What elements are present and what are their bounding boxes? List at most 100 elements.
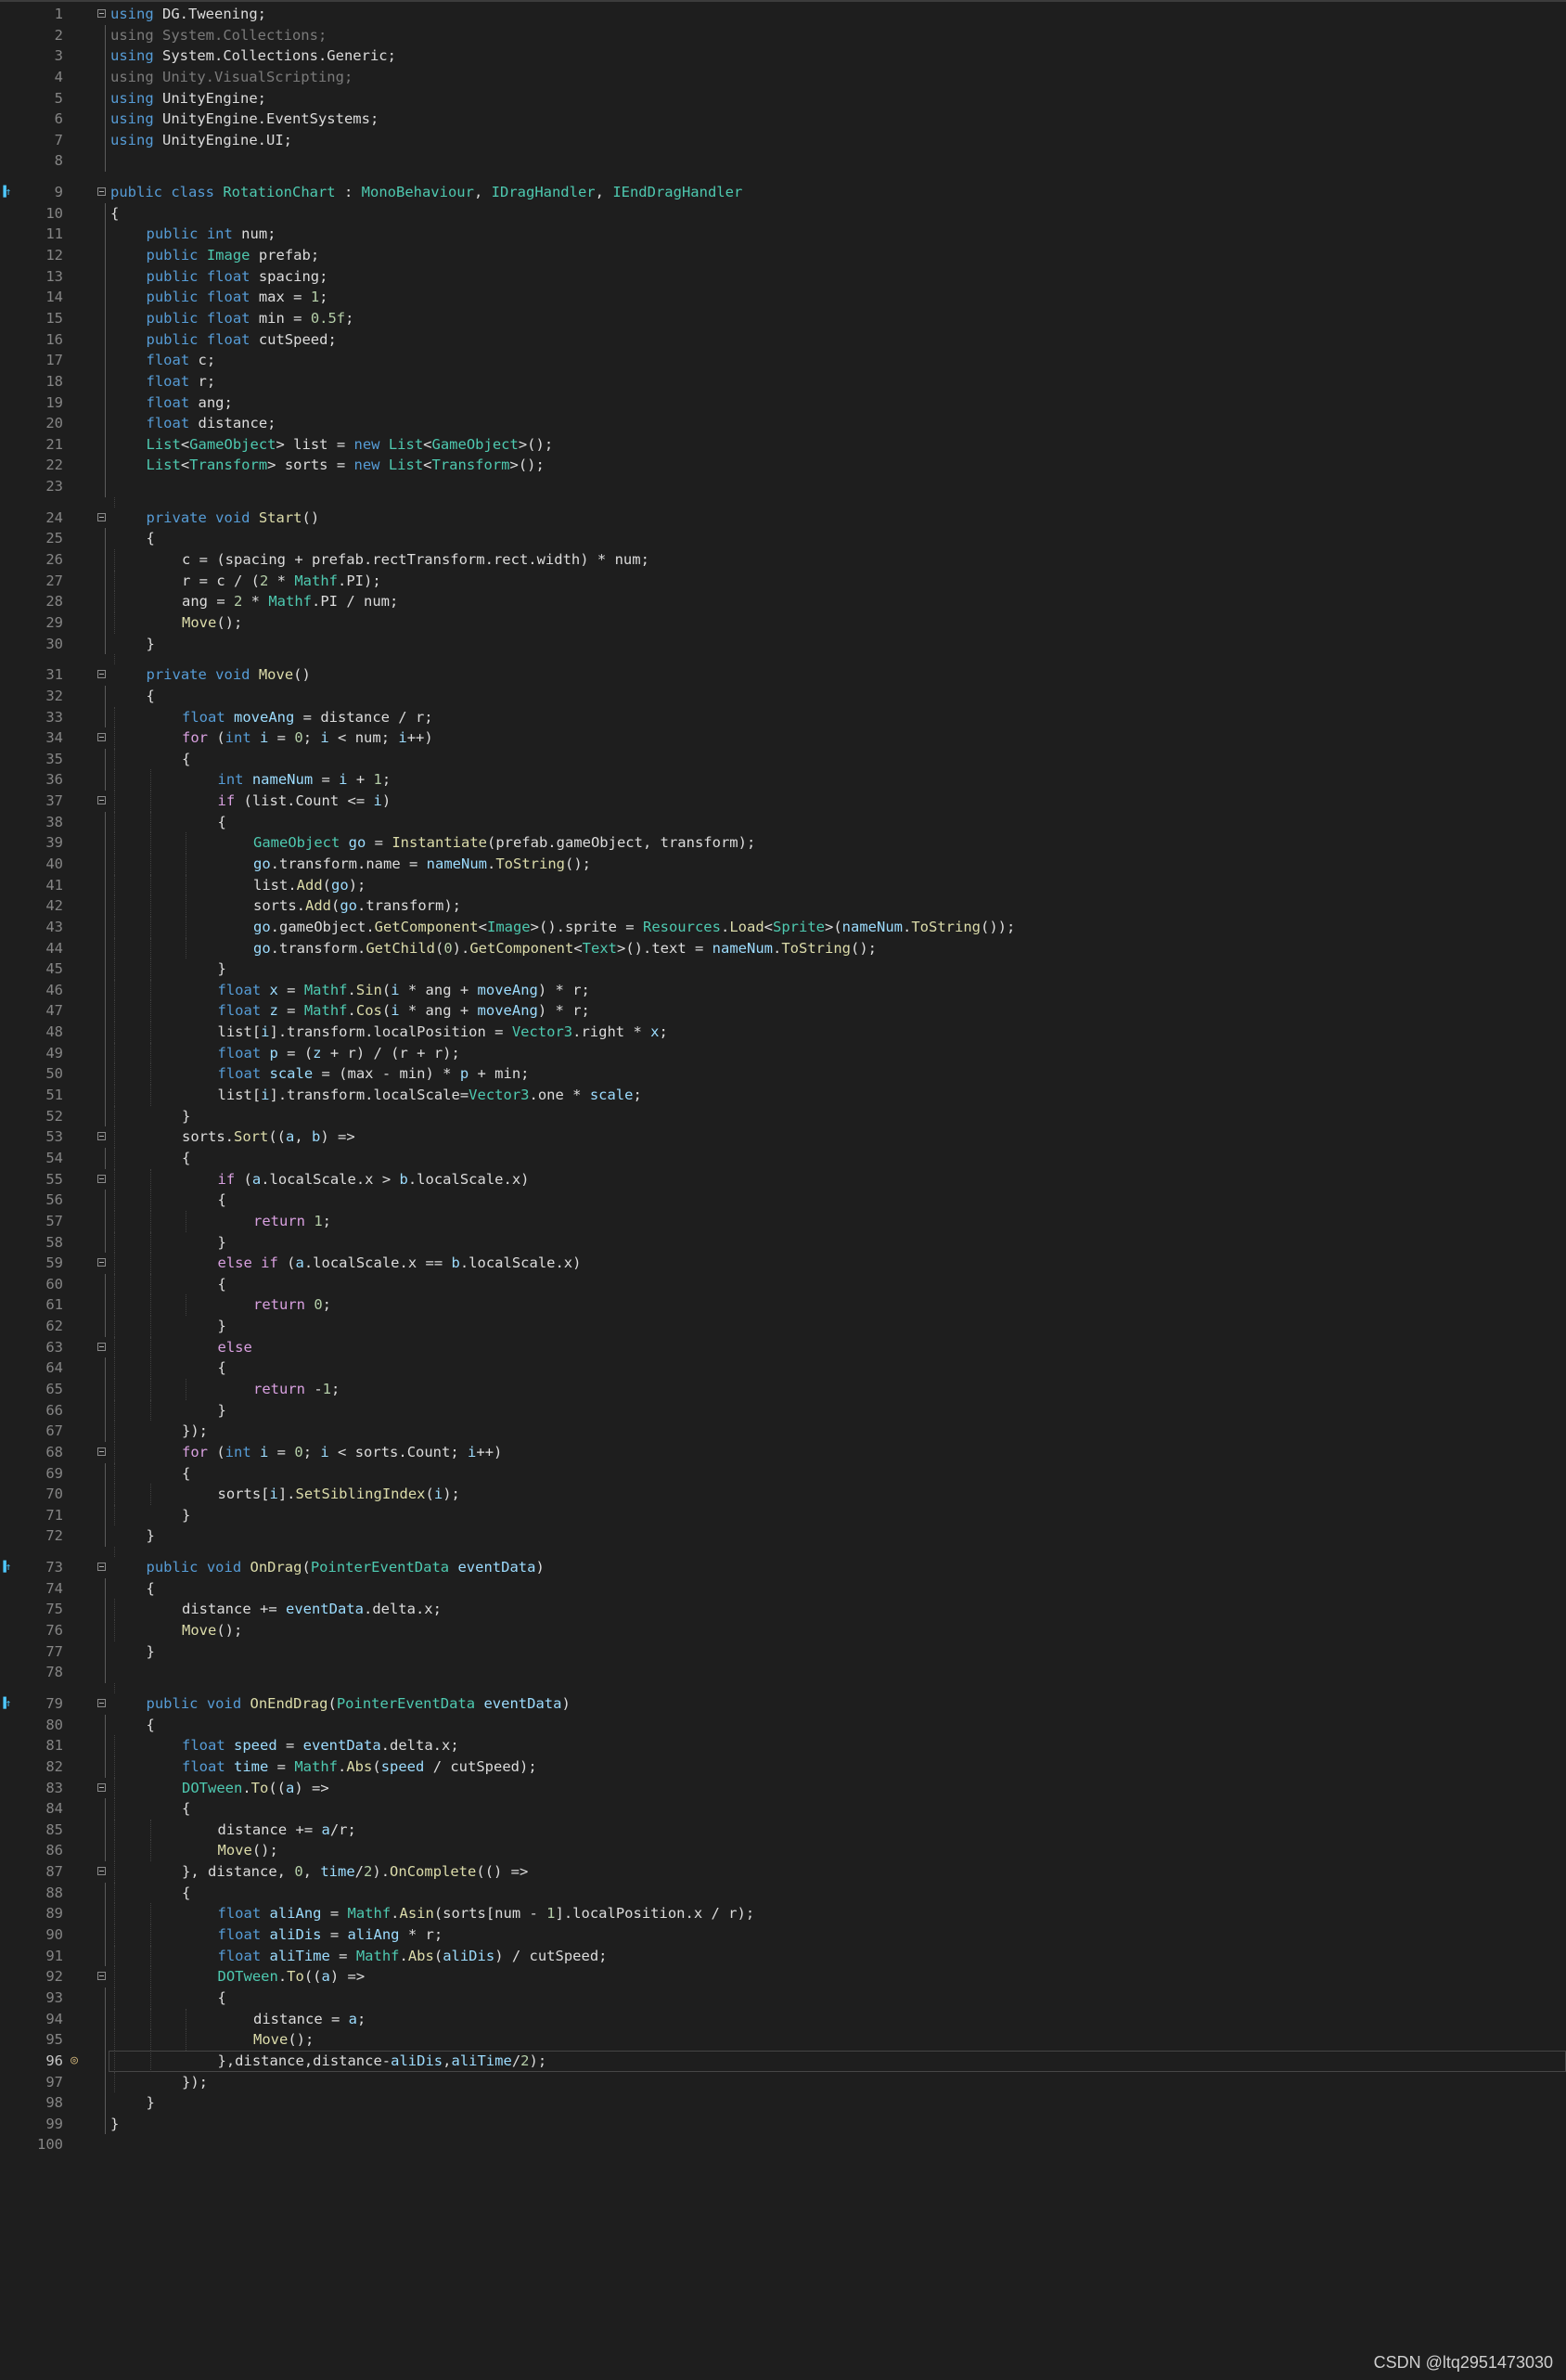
code-line[interactable]: 66} (0, 1399, 1566, 1422)
code-line[interactable]: 46 float x = Mathf.Sin(i * ang + moveAng)… (0, 979, 1566, 1001)
code-line[interactable]: 5 using UnityEngine; (0, 87, 1566, 109)
code-line[interactable]: 32 { (0, 685, 1566, 707)
code-line[interactable]: 54 { (0, 1147, 1566, 1169)
code-line[interactable]: 34 for (int i = 0; i < num; i++) (0, 727, 1566, 749)
code-line[interactable]: 12 public Image prefab; (0, 245, 1566, 266)
code-line[interactable]: 16 public float cutSpeed; (0, 328, 1566, 351)
code-line[interactable]: 87}, distance, 0, time/2).OnComplete(() … (0, 1861, 1566, 1883)
code-line[interactable]: 11 public int num; (0, 224, 1566, 246)
code-line[interactable]: 78 (0, 1662, 1566, 1683)
code-line[interactable]: 4 using Unity.VisualScripting; (0, 66, 1566, 88)
code-line[interactable]: 65 return -1; (0, 1379, 1566, 1400)
collapse-toggle-icon[interactable] (97, 1782, 106, 1792)
code-line[interactable]: 6 using UnityEngine.EventSystems; (0, 109, 1566, 130)
code-line[interactable]: 72} (0, 1525, 1566, 1548)
code-line[interactable]: 62} (0, 1316, 1566, 1337)
collapse-toggle-icon[interactable] (97, 1447, 106, 1456)
code-line[interactable]: 40 go.transform.name = nameNum.ToString()… (0, 853, 1566, 875)
code-line[interactable]: 45} (0, 958, 1566, 980)
code-line[interactable]: 2 using System.Collections; (0, 24, 1566, 46)
code-line[interactable]: 43 go.gameObject.GetComponent<Image>().sp… (0, 916, 1566, 938)
code-line[interactable]: 59 else if (a.localScale.x == b.localScal… (0, 1253, 1566, 1274)
code-line[interactable]: 70 sorts[i].SetSiblingIndex(i); (0, 1484, 1566, 1505)
code-line[interactable]: 47 float z = Mathf.Cos(i * ang + moveAng)… (0, 1000, 1566, 1023)
code-line[interactable]: 83 DOTween.To((a) => (0, 1777, 1566, 1799)
code-line[interactable]: 28 ang = 2 * Mathf.PI / num; (0, 591, 1566, 612)
code-line[interactable]: 25 { (0, 528, 1566, 550)
code-line[interactable]: 3 using System.Collections.Generic; (0, 45, 1566, 67)
code-line[interactable]: 52} (0, 1105, 1566, 1127)
code-line[interactable]: 10 { (0, 202, 1566, 225)
code-line[interactable]: 19 float ang; (0, 392, 1566, 414)
code-line[interactable]: 31 private void Move() (0, 664, 1566, 686)
code-line[interactable]: 68 for (int i = 0; i < sorts.Count; i++) (0, 1441, 1566, 1463)
code-line[interactable]: 30} (0, 633, 1566, 655)
code-line[interactable]: 93 { (0, 1987, 1566, 2009)
code-line[interactable]: 38 { (0, 811, 1566, 833)
code-line[interactable]: 21 List<GameObject> list = new List<GameO… (0, 433, 1566, 456)
code-line[interactable]: 44 go.transform.GetChild(0).GetComponent<… (0, 937, 1566, 959)
code-line[interactable]: 39 GameObject go = Instantiate(prefab.gam… (0, 832, 1566, 854)
code-line[interactable]: 18 float r; (0, 370, 1566, 392)
code-line[interactable]: 48 list[i].transform.localPosition = Vect… (0, 1022, 1566, 1043)
code-line[interactable]: 15 public float min = 0.5f; (0, 307, 1566, 329)
code-line[interactable]: 82 float time = Mathf.Abs(speed / cutSpee… (0, 1756, 1566, 1778)
code-line[interactable]: 64 { (0, 1357, 1566, 1379)
collapse-toggle-icon[interactable] (97, 1132, 106, 1141)
code-line[interactable]: ▐↑ 73 public void OnDrag(PointerEventData … (0, 1557, 1566, 1578)
code-line[interactable]: 88 { (0, 1882, 1566, 1904)
code-line[interactable]: 13 public float spacing; (0, 265, 1566, 288)
code-line[interactable]: 29 Move(); (0, 611, 1566, 634)
code-line[interactable]: ▐↑ 9 public class RotationChart : MonoBeha… (0, 182, 1566, 203)
code-line[interactable]: 67}); (0, 1421, 1566, 1442)
code-line[interactable]: 100 (0, 2134, 1566, 2155)
collapse-toggle-icon[interactable] (97, 796, 106, 805)
code-line[interactable]: 36 int nameNum = i + 1; (0, 769, 1566, 791)
code-line[interactable]: 35 { (0, 748, 1566, 770)
code-line[interactable]: 14 public float max = 1; (0, 287, 1566, 308)
code-line[interactable]: 8 (0, 150, 1566, 173)
code-line[interactable]: 80 { (0, 1714, 1566, 1736)
code-line[interactable]: 94 distance = a; (0, 2008, 1566, 2030)
code-line[interactable]: 74 { (0, 1577, 1566, 1600)
collapse-toggle-icon[interactable] (97, 9, 106, 18)
code-line[interactable]: 41 list.Add(go); (0, 874, 1566, 896)
code-line[interactable]: 92 DOTween.To((a) => (0, 1966, 1566, 1988)
collapse-toggle-icon[interactable] (97, 187, 106, 197)
code-line[interactable]: 60 { (0, 1273, 1566, 1295)
code-line[interactable]: 53 sorts.Sort((a, b) => (0, 1126, 1566, 1148)
collapse-toggle-icon[interactable] (97, 1972, 106, 1981)
code-line[interactable]: 91 float aliTime = Mathf.Abs(aliDis) / cu… (0, 1945, 1566, 1967)
code-line[interactable]: ▐↑ 79 public void OnEndDrag(PointerEventDa… (0, 1693, 1566, 1715)
code-line[interactable]: 42 sorts.Add(go.transform); (0, 895, 1566, 917)
collapse-toggle-icon[interactable] (97, 1258, 106, 1267)
code-line[interactable]: 58} (0, 1231, 1566, 1254)
code-line[interactable]: 17 float c; (0, 350, 1566, 371)
collapse-toggle-icon[interactable] (97, 1342, 106, 1351)
code-line[interactable]: 71} (0, 1504, 1566, 1526)
collapse-toggle-icon[interactable] (97, 1563, 106, 1572)
code-line[interactable]: 77} (0, 1640, 1566, 1663)
code-line[interactable]: 90 float aliDis = aliAng * r; (0, 1924, 1566, 1946)
code-line[interactable]: 75 distance += eventData.delta.x; (0, 1599, 1566, 1621)
code-line[interactable]: 76 Move(); (0, 1620, 1566, 1641)
code-line[interactable]: 51 list[i].transform.localScale=Vector3.o… (0, 1085, 1566, 1106)
code-line[interactable]: 97}); (0, 2071, 1566, 2093)
code-line[interactable]: 50 float scale = (max - min) * p + min; (0, 1063, 1566, 1086)
code-line[interactable]: 24 private void Start() (0, 508, 1566, 529)
collapse-toggle-icon[interactable] (97, 670, 106, 679)
code-editor[interactable]: 1 using DG.Tweening; 2 using System.Collect… (0, 4, 1566, 2155)
code-line[interactable]: 99} (0, 2113, 1566, 2135)
code-line[interactable]: 23 (0, 476, 1566, 497)
code-line[interactable]: 95 Move(); (0, 2029, 1566, 2051)
code-line[interactable]: 69 { (0, 1462, 1566, 1485)
code-line[interactable]: 37 if (list.Count <= i) (0, 791, 1566, 812)
code-line[interactable]: 33 float moveAng = distance / r; (0, 706, 1566, 728)
code-line[interactable]: 63 else (0, 1336, 1566, 1358)
code-line[interactable]: 84 { (0, 1798, 1566, 1820)
collapse-toggle-icon[interactable] (97, 1867, 106, 1876)
code-line[interactable]: 89 float aliAng = Mathf.Asin(sorts[num - … (0, 1903, 1566, 1925)
code-line[interactable]: 55 if (a.localScale.x > b.localScale.x) (0, 1168, 1566, 1190)
lightbulb-icon[interactable]: ◎ (67, 2053, 82, 2068)
code-line[interactable]: 7 using UnityEngine.UI; (0, 129, 1566, 151)
